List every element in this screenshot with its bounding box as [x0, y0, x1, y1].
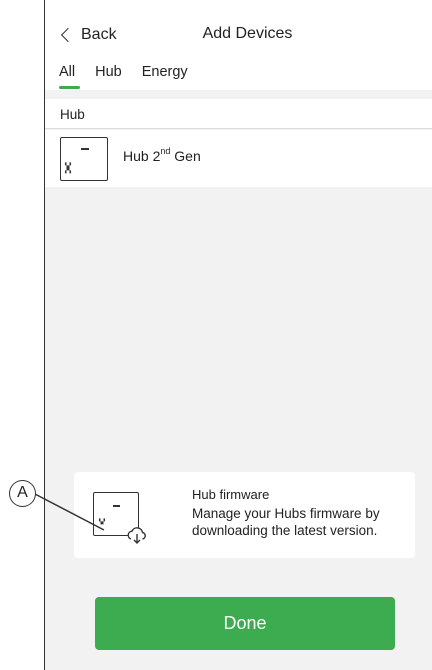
device-name-suffix: Gen: [170, 148, 201, 164]
header: Back Add Devices All Hub Energy: [45, 0, 432, 90]
hub-led-indicator: [113, 505, 120, 507]
tab-hub[interactable]: Hub: [95, 64, 122, 86]
firmware-description: Manage your Hubs firmware by downloading…: [192, 506, 380, 538]
phone-screen: Back Add Devices All Hub Energy Hub ▚▞ ▞▚…: [44, 0, 432, 670]
tab-bar: All Hub Energy: [59, 64, 208, 89]
section-title: Hub: [60, 107, 85, 122]
hub-firmware-card[interactable]: ▚▞ Hub firmware Manage your Hubs firmwar…: [74, 472, 415, 558]
device-name-superscript: nd: [160, 146, 171, 156]
hub-led-indicator: [81, 148, 89, 150]
tab-all[interactable]: All: [59, 64, 81, 89]
hub-device-icon: ▚▞ ▞▚: [60, 137, 108, 181]
device-name-base: Hub 2: [123, 148, 161, 164]
qr-code-icon: ▚▞ ▞▚: [65, 163, 72, 174]
page-title: Add Devices: [202, 25, 293, 42]
section-header-hub: Hub: [45, 99, 432, 129]
device-name: Hub 2nd Gen: [123, 146, 201, 164]
device-row-hub-2nd-gen[interactable]: ▚▞ ▞▚ Hub 2nd Gen: [45, 130, 432, 187]
cloud-download-icon: [127, 527, 146, 544]
tab-energy[interactable]: Energy: [142, 64, 188, 86]
firmware-title: Hub firmware: [192, 487, 270, 502]
done-button[interactable]: Done: [95, 597, 395, 650]
qr-code-icon: ▚▞: [99, 519, 106, 525]
callout-marker: A: [9, 480, 36, 507]
